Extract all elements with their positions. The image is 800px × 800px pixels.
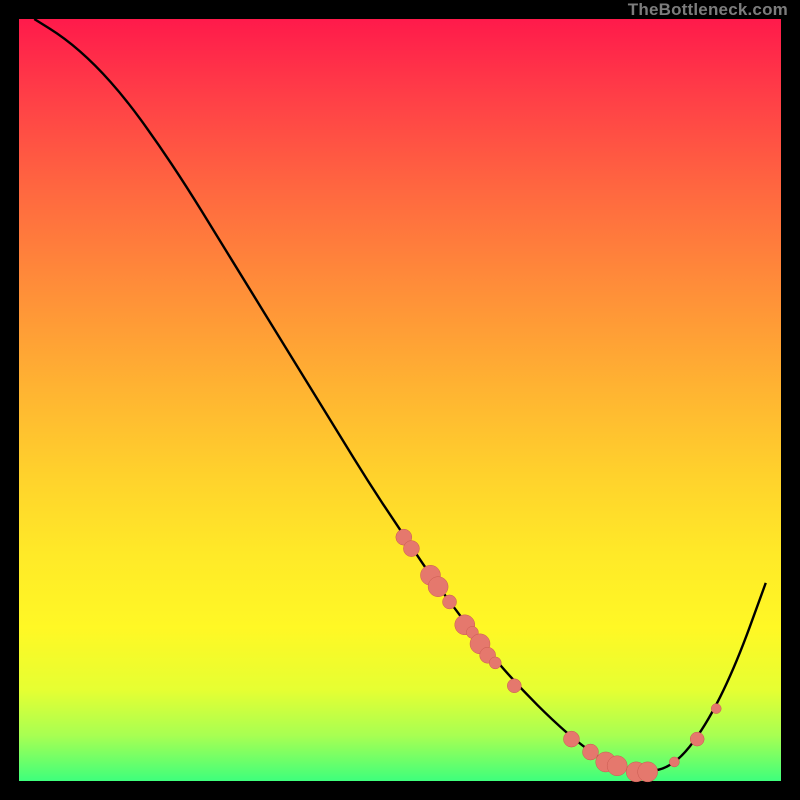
watermark-text: TheBottleneck.com (628, 0, 788, 20)
sample-point (669, 757, 679, 767)
sample-point (711, 704, 721, 714)
sample-point (428, 577, 448, 597)
sample-point (638, 762, 658, 782)
sample-point (489, 657, 501, 669)
sample-point (563, 731, 579, 747)
sample-point (403, 541, 419, 557)
sample-points-group (396, 529, 721, 782)
sample-point (583, 744, 599, 760)
chart-svg (19, 19, 781, 781)
sample-point (690, 732, 704, 746)
sample-point (443, 595, 457, 609)
bottleneck-curve (34, 19, 766, 771)
sample-point (607, 756, 627, 776)
chart-stage: TheBottleneck.com (0, 0, 800, 800)
sample-point (507, 679, 521, 693)
